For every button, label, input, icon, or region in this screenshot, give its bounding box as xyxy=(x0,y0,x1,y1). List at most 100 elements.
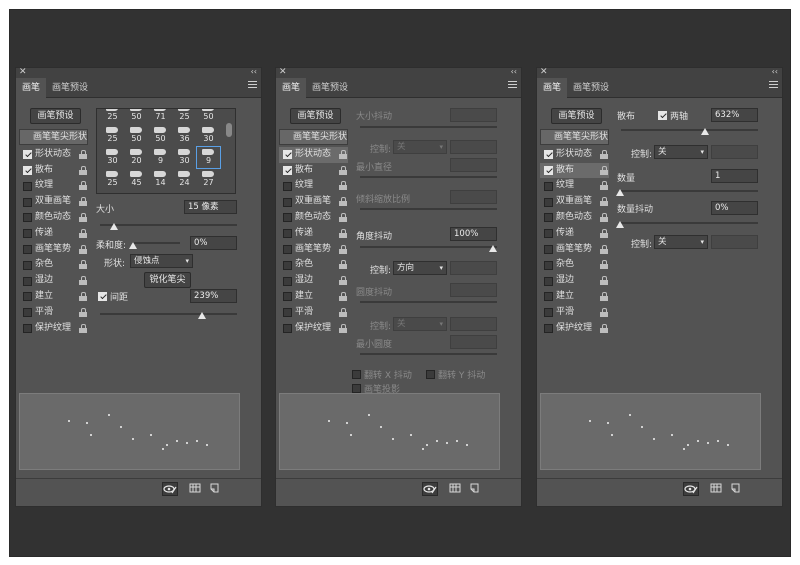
settings-item-checkbox[interactable] xyxy=(283,276,292,286)
settings-item[interactable]: 平滑 xyxy=(19,305,88,321)
roundness-control-select[interactable]: 关 ▾ xyxy=(393,317,447,331)
min-diameter-field[interactable] xyxy=(450,158,497,172)
lock-icon[interactable] xyxy=(79,244,87,254)
lock-icon[interactable] xyxy=(79,165,87,175)
tab-brush-presets[interactable]: 画笔预设 xyxy=(306,78,354,98)
panel-menu-icon[interactable] xyxy=(769,81,778,90)
settings-item-checkbox[interactable] xyxy=(544,150,553,160)
lock-icon[interactable] xyxy=(339,244,347,254)
settings-item-checkbox[interactable] xyxy=(283,229,292,239)
hardness-slider-thumb[interactable] xyxy=(129,242,137,249)
settings-item[interactable]: 画笔笔势 xyxy=(540,242,609,258)
brush-tip-cell[interactable]: 25 xyxy=(173,109,196,124)
count-jitter-field[interactable]: 0% xyxy=(711,201,758,215)
panel-menu-icon[interactable] xyxy=(508,81,517,90)
settings-item-checkbox[interactable] xyxy=(283,308,292,318)
settings-item-checkbox[interactable] xyxy=(283,292,292,302)
sharpen-tip-button[interactable]: 锐化笔尖 xyxy=(144,272,191,288)
brush-tip-cell[interactable]: 9 xyxy=(196,146,221,169)
brush-grid-icon[interactable] xyxy=(188,482,204,496)
tab-brush[interactable]: 画笔 xyxy=(276,78,307,99)
settings-item-checkbox[interactable] xyxy=(283,213,292,223)
settings-item[interactable]: 传递 xyxy=(19,226,88,242)
count-field[interactable]: 1 xyxy=(711,169,758,183)
count-slider-thumb[interactable] xyxy=(616,189,624,196)
lock-icon[interactable] xyxy=(339,181,347,191)
settings-item[interactable]: 湿边 xyxy=(540,273,609,289)
roundness-control-field[interactable] xyxy=(450,317,497,331)
settings-item[interactable]: 传递 xyxy=(540,226,609,242)
brush-grid-icon[interactable] xyxy=(709,482,725,496)
brush-projection-checkbox[interactable] xyxy=(352,384,361,393)
size-slider-thumb[interactable] xyxy=(110,223,118,230)
settings-item[interactable]: 散布 xyxy=(540,162,609,179)
settings-item[interactable]: 纹理 xyxy=(279,178,348,194)
new-brush-icon[interactable] xyxy=(729,482,745,496)
settings-item[interactable]: 杂色 xyxy=(19,257,88,273)
settings-item-checkbox[interactable] xyxy=(544,197,553,207)
settings-item[interactable]: 建立 xyxy=(279,289,348,305)
settings-item[interactable]: 建立 xyxy=(19,289,88,305)
settings-item-checkbox[interactable] xyxy=(23,292,32,302)
flip-x-checkbox[interactable] xyxy=(352,370,361,379)
brush-tip-cell[interactable]: 30 xyxy=(173,147,196,168)
tab-brush-presets[interactable]: 画笔预设 xyxy=(46,78,94,98)
collapse-icon[interactable]: ‹‹ xyxy=(251,67,257,76)
settings-item-checkbox[interactable] xyxy=(23,229,32,239)
brush-tip-cell[interactable]: 25 xyxy=(101,169,124,190)
brush-tip-cell[interactable]: 30 xyxy=(197,125,220,146)
settings-item[interactable]: 画笔笔势 xyxy=(279,242,348,258)
settings-item[interactable]: 纹理 xyxy=(19,178,88,194)
lock-icon[interactable] xyxy=(339,197,347,207)
brush-tip-cell[interactable]: 25 xyxy=(101,125,124,146)
brush-tip-shape-item[interactable]: 画笔笔尖形状 xyxy=(19,129,88,145)
settings-item[interactable]: 纹理 xyxy=(540,178,609,194)
settings-item-checkbox[interactable] xyxy=(23,260,32,270)
tilt-scale-slider[interactable] xyxy=(360,208,497,210)
lock-icon[interactable] xyxy=(339,323,347,333)
new-brush-icon[interactable] xyxy=(208,482,224,496)
lock-icon[interactable] xyxy=(79,260,87,270)
lock-icon[interactable] xyxy=(339,228,347,238)
brush-tip-cell[interactable]: 36 xyxy=(173,125,196,146)
lock-icon[interactable] xyxy=(79,212,87,222)
brush-tip-cell[interactable]: 50 xyxy=(149,125,172,146)
close-icon[interactable]: ✕ xyxy=(19,67,27,77)
settings-item-checkbox[interactable] xyxy=(283,245,292,255)
spacing-slider-thumb[interactable] xyxy=(198,312,206,319)
settings-item-checkbox[interactable] xyxy=(544,213,553,223)
lock-icon[interactable] xyxy=(600,212,608,222)
settings-item-checkbox[interactable] xyxy=(283,324,292,334)
brush-tip-cell[interactable]: 50 xyxy=(125,109,148,124)
brush-tip-cell[interactable]: 24 xyxy=(173,169,196,190)
close-icon[interactable]: ✕ xyxy=(279,67,287,77)
min-diameter-slider[interactable] xyxy=(360,176,497,178)
settings-item-checkbox[interactable] xyxy=(23,245,32,255)
settings-item[interactable]: 颜色动态 xyxy=(540,210,609,226)
lock-icon[interactable] xyxy=(79,291,87,301)
brush-tip-cell[interactable]: 14 xyxy=(149,169,172,190)
lock-icon[interactable] xyxy=(79,276,87,286)
min-roundness-field[interactable] xyxy=(450,335,497,349)
lock-icon[interactable] xyxy=(600,260,608,270)
settings-item[interactable]: 保护纹理 xyxy=(19,321,88,337)
grid-scrollbar[interactable] xyxy=(226,123,232,137)
roundness-jitter-field[interactable] xyxy=(450,283,497,297)
settings-item-checkbox[interactable] xyxy=(544,166,553,176)
settings-item-checkbox[interactable] xyxy=(544,245,553,255)
settings-item[interactable]: 形状动态 xyxy=(540,147,609,163)
brush-tip-cell[interactable]: 50 xyxy=(197,109,220,124)
size-control-field[interactable] xyxy=(450,140,497,154)
brush-tip-cell[interactable]: 27 xyxy=(197,169,220,190)
lock-icon[interactable] xyxy=(600,276,608,286)
brush-grid-icon[interactable] xyxy=(448,482,464,496)
tab-brush[interactable]: 画笔 xyxy=(16,78,47,99)
roundness-jitter-slider[interactable] xyxy=(360,301,497,303)
settings-item[interactable]: 杂色 xyxy=(540,257,609,273)
settings-item[interactable]: 双重画笔 xyxy=(279,194,348,210)
lock-icon[interactable] xyxy=(339,149,347,159)
brush-tip-cell[interactable]: 20 xyxy=(125,147,148,168)
lock-icon[interactable] xyxy=(79,323,87,333)
lock-icon[interactable] xyxy=(600,307,608,317)
collapse-icon[interactable]: ‹‹ xyxy=(511,67,517,76)
